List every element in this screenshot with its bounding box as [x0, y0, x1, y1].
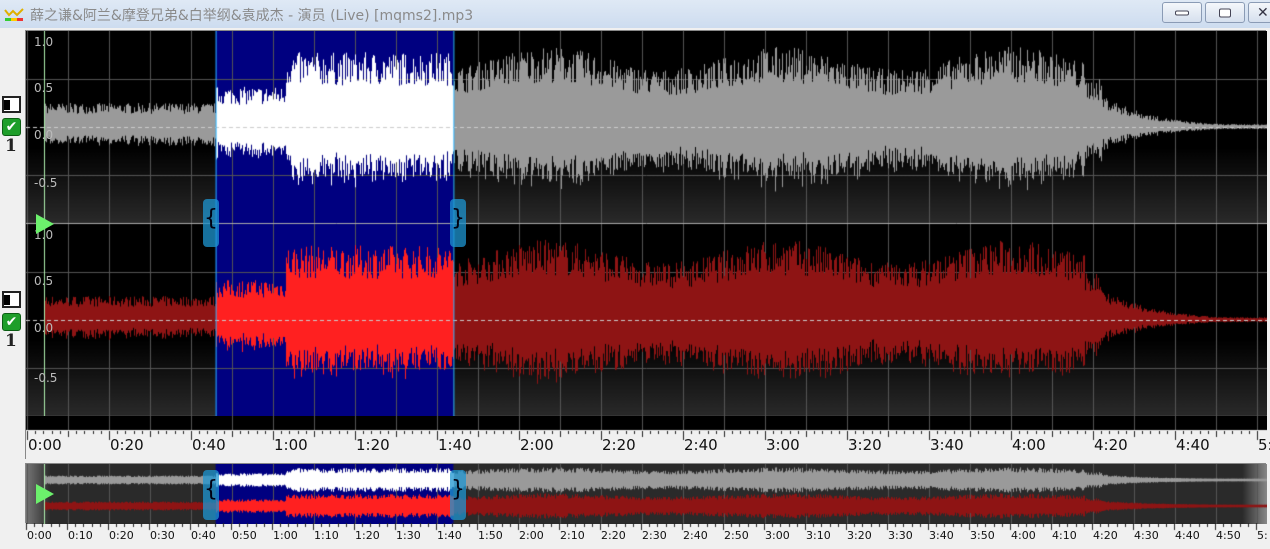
- overview-ruler-label: 3:00: [765, 529, 790, 542]
- time-ruler[interactable]: 0:00 0:20 0:40 1:00 1:20 1:40 2:00 2:20 2:40 3:00…: [25, 416, 1270, 459]
- maximize-button[interactable]: [1205, 2, 1245, 23]
- overview-ruler-label: 1:10: [314, 529, 339, 542]
- channel-2-solo-toggle[interactable]: [2, 291, 21, 308]
- ch1-y-label: 0.5: [34, 81, 54, 95]
- title-bar: 薛之谦&阿兰&摩登兄弟&白举纲&袁成杰 - 演员 (Live) [mqms2].…: [0, 0, 1270, 28]
- channel-1-enable-checkbox[interactable]: ✔: [2, 118, 21, 136]
- close-icon: ✕: [1257, 4, 1269, 21]
- selection-end-handle[interactable]: }: [450, 199, 466, 247]
- overview-ruler-label: 3:10: [806, 529, 831, 542]
- overview-ruler-label: 1:50: [478, 529, 503, 542]
- minimize-button[interactable]: [1162, 2, 1202, 23]
- app-logo-icon: [4, 8, 24, 21]
- overview-ruler-label: 2:00: [519, 529, 544, 542]
- overview-ruler-label: 2:20: [601, 529, 626, 542]
- waveform-view[interactable]: 1.0 0.5 0.0 -0.5 1.0 0.5 0.0 -0.5 { }: [25, 30, 1267, 417]
- overview-ruler-label: 4:00: [1011, 529, 1036, 542]
- ruler-label: 3:20: [848, 436, 882, 454]
- overview-ruler-label: 4:20: [1093, 529, 1118, 542]
- overview-selection-end-handle[interactable]: }: [450, 470, 466, 520]
- restore-icon: [1219, 8, 1231, 17]
- ruler-label: 2:40: [684, 436, 718, 454]
- overview-ruler-label: 4:10: [1052, 529, 1077, 542]
- overview-ruler-label: 0:30: [150, 529, 175, 542]
- overview-ruler-label: 5:: [1257, 529, 1268, 542]
- window-title: 薛之谦&阿兰&摩登兄弟&白举纲&袁成杰 - 演员 (Live) [mqms2].…: [30, 8, 474, 24]
- ch2-y-label: 0.5: [34, 274, 54, 288]
- overview-ruler-label: 4:50: [1216, 529, 1241, 542]
- overview-time-ruler[interactable]: 0:00 0:10 0:20 0:30 0:40 0:50 1:00 1:10 1:20 1:30…: [25, 523, 1268, 545]
- ruler-label: 2:20: [602, 436, 636, 454]
- ruler-label: 4:00: [1012, 436, 1046, 454]
- overview-ruler-label: 3:40: [929, 529, 954, 542]
- ruler-label: 1:00: [274, 436, 308, 454]
- ruler-label: 3:00: [766, 436, 800, 454]
- overview-ruler-label: 2:50: [724, 529, 749, 542]
- ruler-label: 3:40: [930, 436, 964, 454]
- ch2-y-label: 0.0: [34, 321, 54, 335]
- channel-1-solo-toggle[interactable]: [2, 96, 21, 113]
- ruler-label: 4:20: [1094, 436, 1128, 454]
- overview-ruler-label: 2:40: [683, 529, 708, 542]
- overview-ruler-label: 0:50: [232, 529, 257, 542]
- ruler-label: 0:20: [110, 436, 144, 454]
- ruler-label: 5:: [1258, 436, 1270, 454]
- overview-ruler-label: 4:40: [1175, 529, 1200, 542]
- overview-waveform[interactable]: { }: [25, 463, 1267, 524]
- channel-2-number: 1: [5, 331, 17, 351]
- ch1-y-label: -0.5: [34, 176, 58, 190]
- selection-start-handle[interactable]: {: [203, 199, 219, 247]
- overview-ruler-label: 0:10: [68, 529, 93, 542]
- overview-ruler-label: 1:00: [273, 529, 298, 542]
- overview-play-icon[interactable]: [36, 484, 54, 504]
- overview-ruler-label: 3:20: [847, 529, 872, 542]
- square-icon: [4, 295, 10, 305]
- overview-ruler-label: 0:20: [109, 529, 134, 542]
- ch1-y-label: 1.0: [34, 35, 54, 49]
- ruler-label: 1:20: [356, 436, 390, 454]
- ch2-y-label: -0.5: [34, 371, 58, 385]
- check-icon: ✔: [5, 314, 18, 330]
- square-icon: [4, 100, 10, 110]
- ruler-label: 0:40: [192, 436, 226, 454]
- ruler-label: 1:40: [438, 436, 472, 454]
- channel-controls: ✔ 1 ✔ 1: [0, 28, 25, 468]
- overview-ruler-label: 1:40: [437, 529, 462, 542]
- overview-ruler-label: 0:00: [27, 529, 52, 542]
- check-icon: ✔: [5, 119, 18, 135]
- overview-ruler-label: 2:30: [642, 529, 667, 542]
- overview-ruler-label: 3:30: [888, 529, 913, 542]
- ruler-label: 4:40: [1176, 436, 1210, 454]
- overview-ruler-label: 0:40: [191, 529, 216, 542]
- overview-ruler-label: 1:30: [396, 529, 421, 542]
- ruler-label: 0:00: [28, 436, 62, 454]
- playhead-play-icon[interactable]: [36, 214, 54, 234]
- close-button[interactable]: ✕: [1248, 2, 1270, 23]
- overview-ruler-label: 1:20: [355, 529, 380, 542]
- overview-ruler-label: 2:10: [560, 529, 585, 542]
- overview-selection-start-handle[interactable]: {: [203, 470, 219, 520]
- ruler-label: 2:00: [520, 436, 554, 454]
- ch1-y-label: 0.0: [34, 128, 54, 142]
- channel-2-enable-checkbox[interactable]: ✔: [2, 313, 21, 331]
- minimize-icon: [1175, 10, 1189, 15]
- overview-ruler-label: 3:50: [970, 529, 995, 542]
- channel-1-number: 1: [5, 136, 17, 156]
- overview-ruler-label: 4:30: [1134, 529, 1159, 542]
